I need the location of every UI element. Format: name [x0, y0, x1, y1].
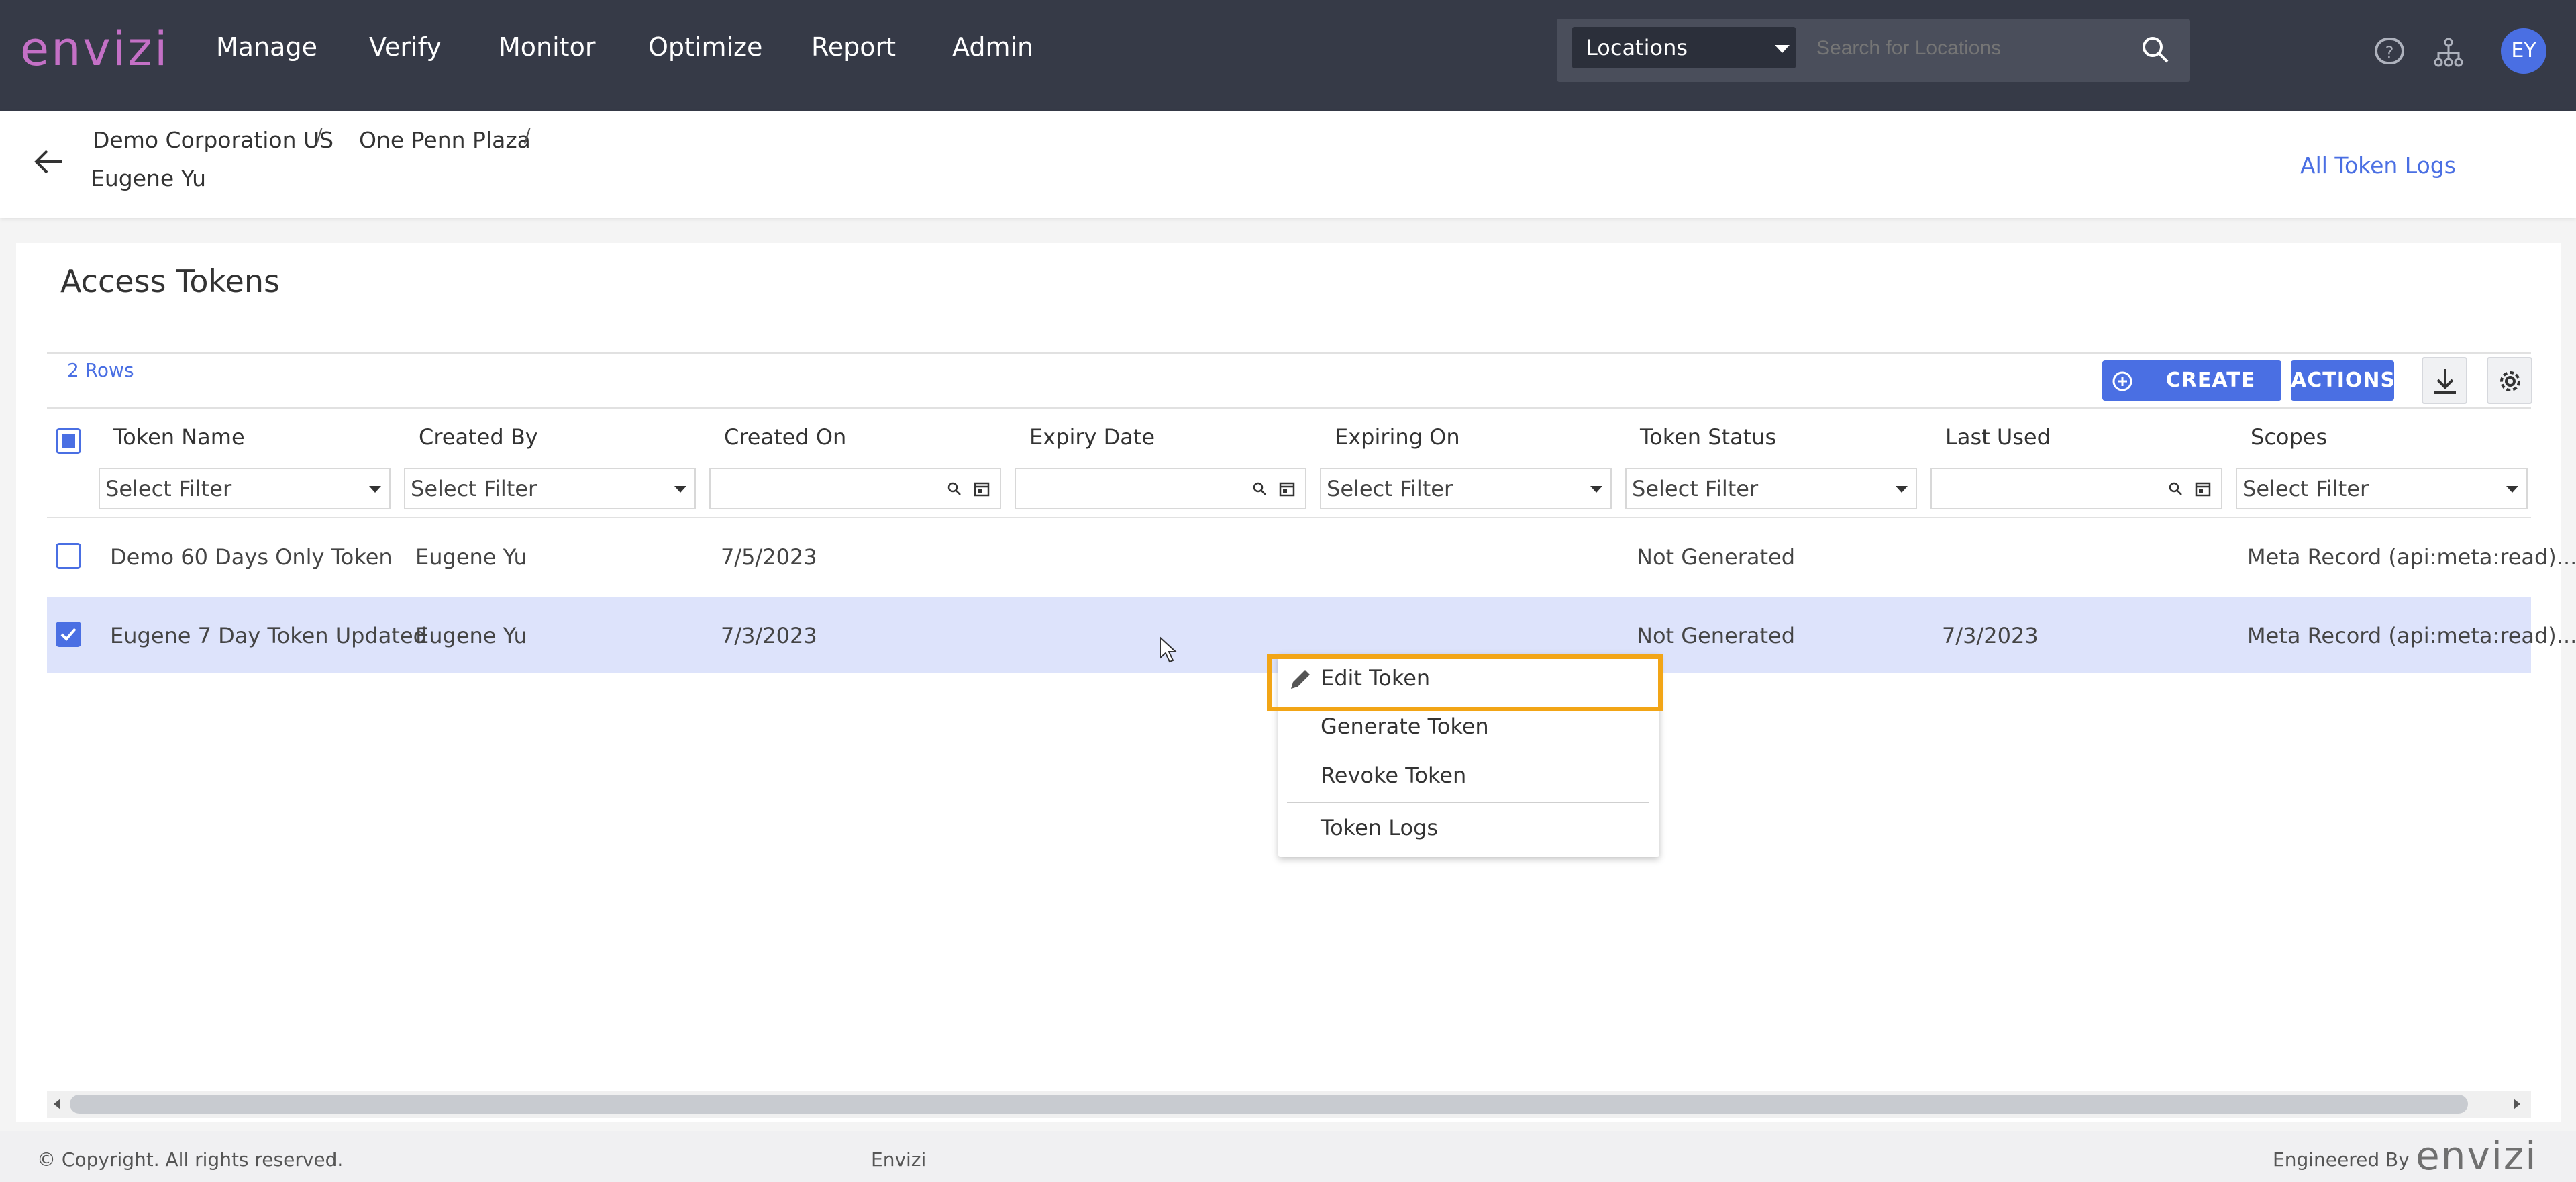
footer — [0, 1131, 2576, 1182]
calendar-icon[interactable] — [2194, 480, 2212, 497]
back-arrow-icon[interactable] — [32, 147, 64, 177]
actions-button[interactable]: ACTIONS — [2291, 360, 2395, 401]
cell-created-by: Eugene Yu — [415, 623, 527, 648]
row-checkbox[interactable] — [56, 622, 81, 647]
cell-scopes: Meta Record (api:meta:read)... — [2247, 544, 2576, 570]
column-header-token-name[interactable]: Token Name — [113, 424, 245, 450]
all-token-logs-link[interactable]: All Token Logs — [2300, 152, 2456, 179]
chevron-down-icon — [369, 486, 381, 493]
filter-expiring-on[interactable]: Select Filter — [1320, 468, 1612, 509]
page-title: Access Tokens — [60, 263, 280, 299]
download-button[interactable] — [2422, 357, 2467, 404]
filter-placeholder: Select Filter — [2243, 476, 2369, 501]
svg-text:?: ? — [2385, 43, 2394, 62]
calendar-icon[interactable] — [1278, 480, 1296, 497]
nav-admin[interactable]: Admin — [952, 32, 1033, 62]
column-header-token-status[interactable]: Token Status — [1640, 424, 1776, 450]
settings-button[interactable] — [2487, 357, 2532, 404]
top-navigation: envizi Manage Verify Monitor Optimize Re… — [0, 0, 2576, 111]
cell-created-by: Eugene Yu — [415, 544, 527, 570]
magnifier-icon — [1253, 482, 1266, 495]
column-header-last-used[interactable]: Last Used — [1945, 424, 2051, 450]
divider — [47, 407, 2531, 409]
row-checkbox[interactable] — [56, 543, 81, 569]
column-header-expiring-on[interactable]: Expiring On — [1335, 424, 1460, 450]
nav-report[interactable]: Report — [811, 32, 896, 62]
search-input[interactable] — [1815, 27, 2167, 70]
pencil-icon — [1291, 670, 1310, 689]
search-scope-label: Locations — [1586, 35, 1688, 60]
chevron-down-icon — [1775, 45, 1790, 53]
column-header-created-on[interactable]: Created On — [724, 424, 846, 450]
help-icon[interactable]: ? — [2374, 37, 2405, 68]
filter-scopes[interactable]: Select Filter — [2236, 468, 2528, 509]
column-header-expiry-date[interactable]: Expiry Date — [1029, 424, 1155, 450]
hierarchy-icon[interactable] — [2433, 37, 2464, 68]
menu-item-generate-token[interactable]: Generate Token — [1321, 713, 1489, 739]
breadcrumb-separator: / — [524, 124, 531, 146]
cell-created-on: 7/5/2023 — [721, 544, 817, 570]
scroll-right-icon[interactable] — [2514, 1099, 2520, 1110]
row-count: 2 Rows — [67, 359, 134, 381]
mouse-cursor-icon — [1160, 636, 1178, 663]
footer-logo: envizi — [2416, 1133, 2538, 1179]
create-new-button[interactable]: CREATE NEW — [2102, 360, 2281, 432]
nav-verify[interactable]: Verify — [369, 32, 442, 62]
filter-placeholder: Select Filter — [1632, 476, 1759, 501]
filter-expiry-date[interactable] — [1015, 468, 1306, 509]
engineered-by-text: Engineered By — [2273, 1148, 2410, 1171]
cell-token-status: Not Generated — [1637, 544, 1795, 570]
breadcrumb-item-building[interactable]: One Penn Plaza — [359, 127, 531, 153]
scrollbar-thumb[interactable] — [70, 1095, 2468, 1114]
nav-manage[interactable]: Manage — [216, 32, 317, 62]
download-icon — [2434, 369, 2456, 394]
magnifier-icon — [2169, 482, 2182, 495]
footer-center-text: Envizi — [871, 1148, 927, 1171]
cell-scopes: Meta Record (api:meta:read)... — [2247, 623, 2576, 648]
divider — [47, 517, 2531, 518]
filter-placeholder: Select Filter — [411, 476, 537, 501]
column-header-scopes[interactable]: Scopes — [2251, 424, 2327, 450]
filter-token-status[interactable]: Select Filter — [1625, 468, 1917, 509]
chevron-down-icon — [1590, 486, 1602, 493]
chevron-down-icon — [1896, 486, 1908, 493]
cell-token-name[interactable]: Eugene 7 Day Token Updated — [110, 623, 427, 648]
menu-item-revoke-token[interactable]: Revoke Token — [1321, 762, 1466, 788]
nav-optimize[interactable]: Optimize — [648, 32, 762, 62]
cell-token-status: Not Generated — [1637, 623, 1795, 648]
breadcrumb-current: Eugene Yu — [91, 165, 207, 191]
search-icon[interactable] — [2141, 35, 2170, 64]
menu-item-token-logs[interactable]: Token Logs — [1321, 815, 1438, 840]
filter-placeholder: Select Filter — [1327, 476, 1453, 501]
cell-token-name[interactable]: Demo 60 Days Only Token — [110, 544, 393, 570]
checkmark-icon — [60, 628, 76, 641]
nav-monitor[interactable]: Monitor — [499, 32, 595, 62]
divider — [47, 352, 2531, 354]
plus-circle-icon — [2112, 371, 2132, 391]
scroll-left-icon[interactable] — [54, 1099, 60, 1110]
filter-token-name[interactable]: Select Filter — [99, 468, 391, 509]
magnifier-icon — [947, 482, 961, 495]
app-logo[interactable]: envizi — [20, 21, 170, 77]
search-scope-select[interactable]: Locations — [1572, 27, 1796, 68]
cell-last-used: 7/3/2023 — [1942, 623, 2039, 648]
filter-created-by[interactable]: Select Filter — [404, 468, 696, 509]
filter-created-on[interactable] — [709, 468, 1001, 509]
calendar-icon[interactable] — [973, 480, 990, 497]
gear-icon — [2500, 371, 2520, 391]
select-all-checkbox[interactable] — [56, 428, 81, 454]
cell-created-on: 7/3/2023 — [721, 623, 817, 648]
menu-divider — [1287, 802, 1649, 803]
chevron-down-icon — [2506, 486, 2518, 493]
column-header-created-by[interactable]: Created By — [419, 424, 538, 450]
breadcrumb-item-corporation[interactable]: Demo Corporation US — [93, 127, 333, 153]
chevron-down-icon — [674, 486, 686, 493]
filter-last-used[interactable] — [1930, 468, 2222, 509]
menu-item-edit-token[interactable]: Edit Token — [1321, 665, 1430, 691]
copyright-text: © Copyright. All rights reserved. — [37, 1148, 344, 1171]
filter-placeholder: Select Filter — [105, 476, 232, 501]
breadcrumb-separator: / — [316, 124, 323, 146]
user-avatar[interactable]: EY — [2501, 28, 2546, 74]
